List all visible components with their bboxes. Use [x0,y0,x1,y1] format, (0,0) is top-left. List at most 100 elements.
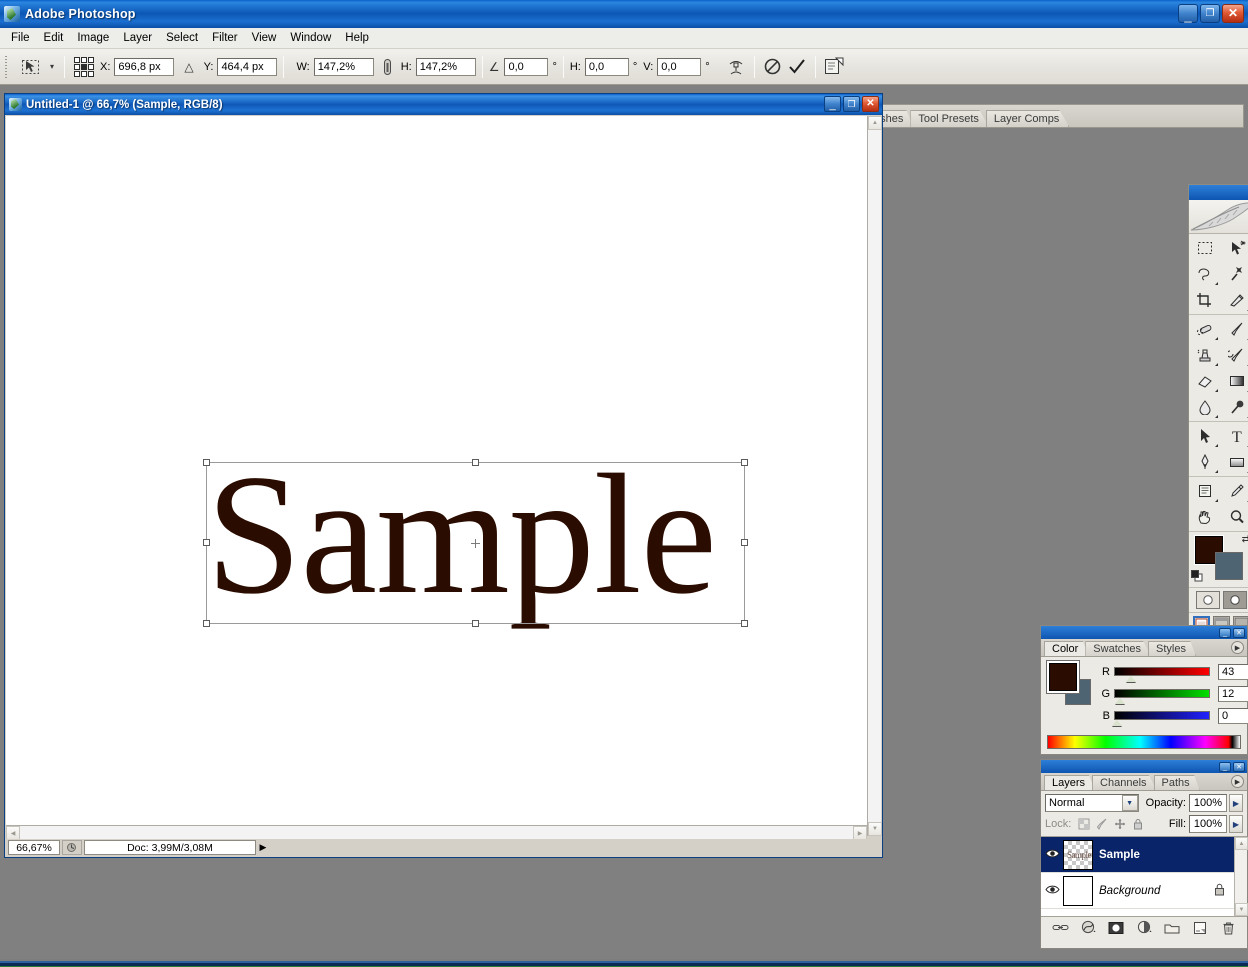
magic-wand-tool[interactable] [1223,262,1248,286]
document-canvas[interactable]: Sample [6,116,881,836]
opacity-value[interactable]: 100% [1189,794,1227,812]
layer-name[interactable]: Background [1099,885,1160,897]
dodge-tool[interactable] [1223,395,1248,419]
layers-palette-minimize-button[interactable]: _ [1219,761,1231,772]
menu-image[interactable]: Image [70,30,116,46]
color-palette-title-bar[interactable]: _ ✕ [1041,626,1247,639]
mask-icon[interactable] [1107,919,1125,936]
layer-visibility-icon[interactable] [1041,848,1063,862]
h-input[interactable] [415,57,476,76]
w-input[interactable] [313,57,374,76]
fill-slider-button[interactable]: ▶ [1229,815,1243,833]
layers-scroll-up-icon[interactable]: ▲ [1235,837,1248,850]
move-tool-icon[interactable] [16,55,46,79]
tab-color[interactable]: Color [1044,641,1089,656]
palette-menu-icon[interactable]: ▶ [1231,641,1244,654]
fx-icon[interactable] [1079,919,1097,936]
cancel-icon[interactable] [761,55,785,79]
lock-position-icon[interactable] [1112,817,1127,832]
lock-transparent-pixels-icon[interactable] [1076,817,1091,832]
rectangular-marquee-tool[interactable] [1191,236,1219,260]
ref-bc[interactable] [81,70,87,77]
quick-mask-mode-button[interactable] [1222,591,1247,609]
move-tool[interactable] [1223,236,1248,260]
lock-image-pixels-icon[interactable] [1094,817,1109,832]
document-maximize-button[interactable]: ❐ [843,96,860,112]
tab-swatches[interactable]: Swatches [1085,641,1151,656]
horizontal-scrollbar[interactable]: ◀ ▶ [6,825,867,840]
ref-br[interactable] [88,70,94,77]
path-selection-tool[interactable] [1191,424,1219,448]
minimize-button[interactable]: _ [1178,4,1198,23]
zoom-tool[interactable] [1223,505,1248,529]
menu-layer[interactable]: Layer [116,30,159,46]
folder-icon[interactable] [1163,919,1181,936]
palette-tab-layer-comps[interactable]: Layer Comps [985,110,1070,127]
layer-thumbnail[interactable] [1063,875,1093,906]
transform-reference-point-icon[interactable] [471,539,480,548]
transform-handle-bottom-left[interactable] [203,620,210,627]
color-palette-minimize-button[interactable]: _ [1219,627,1231,638]
table-row[interactable]: Sample Sample [1041,837,1247,873]
color-spectrum-ramp[interactable] [1047,735,1241,749]
menu-file[interactable]: File [4,30,37,46]
tab-styles[interactable]: Styles [1148,641,1196,656]
link-wh-icon[interactable] [379,56,396,78]
tab-paths[interactable]: Paths [1153,775,1200,790]
channel-ramp-r[interactable] [1114,667,1210,682]
pen-tool[interactable] [1191,450,1219,474]
eraser-tool[interactable] [1191,369,1219,393]
transform-handle-top-left[interactable] [203,459,210,466]
color-foreground-swatch[interactable] [1049,663,1077,691]
channel-thumb-g[interactable] [1115,698,1125,704]
transform-handle-bottom-center[interactable] [472,620,479,627]
eyedropper-tool[interactable] [1223,479,1248,503]
palette-tab-tool-presets[interactable]: Tool Presets [910,110,989,127]
color-palette-close-button[interactable]: ✕ [1233,627,1245,638]
gradient-tool[interactable] [1223,369,1248,393]
layer-visibility-icon[interactable] [1041,884,1063,898]
channel-thumb-b[interactable] [1112,720,1122,726]
layers-scroll-down-icon[interactable]: ▼ [1235,903,1248,916]
rectangle-shape-tool[interactable] [1223,450,1248,474]
document-title-bar[interactable]: Untitled-1 @ 66,7% (Sample, RGB/8) _ ❐ ✕ [5,94,882,115]
transform-handle-top-right[interactable] [741,459,748,466]
y-input[interactable] [217,57,278,76]
transform-handle-middle-right[interactable] [741,539,748,546]
lasso-tool[interactable] [1191,262,1219,286]
skew-h-input[interactable] [584,57,629,76]
history-brush-tool[interactable] [1223,343,1248,367]
transform-handle-middle-left[interactable] [203,539,210,546]
tab-channels[interactable]: Channels [1092,775,1157,790]
slice-tool[interactable] [1223,288,1248,312]
type-tool[interactable]: T [1223,424,1248,448]
fill-value[interactable]: 100% [1189,815,1227,833]
channel-value-g[interactable]: 12 [1218,685,1248,702]
new-layer-icon[interactable] [1191,919,1209,936]
channel-ramp-g[interactable] [1114,689,1210,704]
transform-handle-top-center[interactable] [472,459,479,466]
blur-tool[interactable] [1191,395,1219,419]
reference-point-grid[interactable] [74,56,94,77]
channel-ramp-b[interactable] [1112,711,1210,726]
channel-value-b[interactable]: 0 [1218,707,1248,724]
layers-scrollbar[interactable]: ▲ ▼ [1234,837,1248,916]
tool-preset-caret-icon[interactable]: ▾ [46,62,58,71]
ref-ml[interactable] [74,63,80,70]
doc-info-icon[interactable] [62,840,82,855]
x-input[interactable] [114,57,175,76]
scroll-down-arrow-icon[interactable]: ▼ [868,822,882,836]
maximize-button[interactable]: ❐ [1200,4,1220,23]
notes-tool[interactable] [1191,479,1219,503]
blend-mode-select[interactable]: Normal ▼ [1045,794,1139,812]
ref-tl[interactable] [74,56,80,63]
table-row[interactable]: Background [1041,873,1247,909]
menu-select[interactable]: Select [159,30,205,46]
menu-filter[interactable]: Filter [205,30,245,46]
chevron-down-icon[interactable]: ▼ [1121,795,1138,811]
ref-center[interactable] [81,63,87,70]
trash-icon[interactable] [1219,919,1237,936]
layers-palette-title-bar[interactable]: _ ✕ [1041,760,1247,773]
jump-to-icon[interactable] [822,55,846,79]
hand-tool[interactable] [1191,505,1219,529]
